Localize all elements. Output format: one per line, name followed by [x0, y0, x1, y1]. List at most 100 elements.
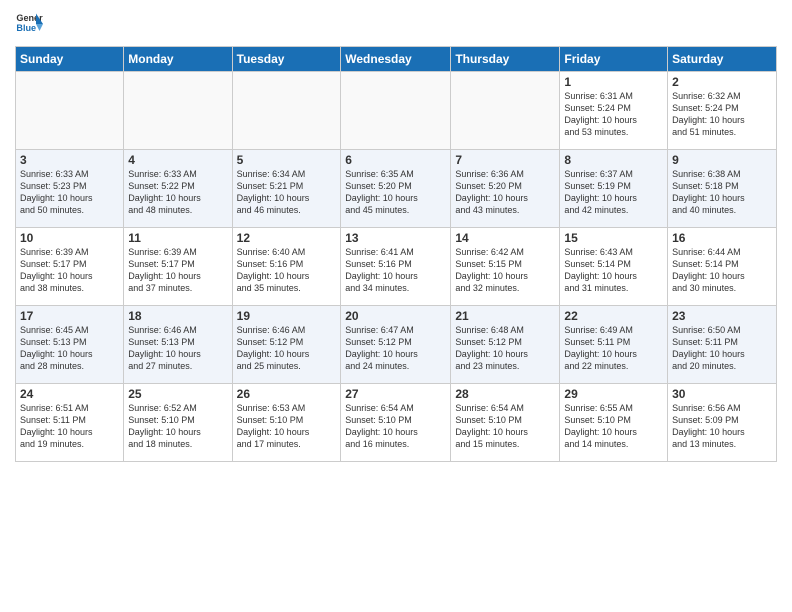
day-number: 12 [237, 231, 337, 245]
logo-icon: General Blue [15, 10, 43, 38]
day-number: 17 [20, 309, 119, 323]
day-info: Sunrise: 6:54 AM Sunset: 5:10 PM Dayligh… [345, 402, 446, 451]
day-info: Sunrise: 6:39 AM Sunset: 5:17 PM Dayligh… [20, 246, 119, 295]
day-number: 30 [672, 387, 772, 401]
day-number: 1 [564, 75, 663, 89]
day-number: 22 [564, 309, 663, 323]
day-info: Sunrise: 6:47 AM Sunset: 5:12 PM Dayligh… [345, 324, 446, 373]
calendar-cell: 5Sunrise: 6:34 AM Sunset: 5:21 PM Daylig… [232, 150, 341, 228]
calendar-cell: 3Sunrise: 6:33 AM Sunset: 5:23 PM Daylig… [16, 150, 124, 228]
calendar-cell [124, 72, 232, 150]
day-info: Sunrise: 6:46 AM Sunset: 5:13 PM Dayligh… [128, 324, 227, 373]
day-info: Sunrise: 6:40 AM Sunset: 5:16 PM Dayligh… [237, 246, 337, 295]
calendar-header-tuesday: Tuesday [232, 47, 341, 72]
day-number: 6 [345, 153, 446, 167]
calendar-cell: 24Sunrise: 6:51 AM Sunset: 5:11 PM Dayli… [16, 384, 124, 462]
day-number: 15 [564, 231, 663, 245]
calendar-cell: 9Sunrise: 6:38 AM Sunset: 5:18 PM Daylig… [668, 150, 777, 228]
day-number: 13 [345, 231, 446, 245]
day-number: 27 [345, 387, 446, 401]
day-info: Sunrise: 6:56 AM Sunset: 5:09 PM Dayligh… [672, 402, 772, 451]
day-info: Sunrise: 6:49 AM Sunset: 5:11 PM Dayligh… [564, 324, 663, 373]
day-info: Sunrise: 6:33 AM Sunset: 5:22 PM Dayligh… [128, 168, 227, 217]
calendar-cell: 12Sunrise: 6:40 AM Sunset: 5:16 PM Dayli… [232, 228, 341, 306]
calendar-cell: 1Sunrise: 6:31 AM Sunset: 5:24 PM Daylig… [560, 72, 668, 150]
day-info: Sunrise: 6:35 AM Sunset: 5:20 PM Dayligh… [345, 168, 446, 217]
calendar-header-friday: Friday [560, 47, 668, 72]
day-number: 14 [455, 231, 555, 245]
calendar-week-2: 3Sunrise: 6:33 AM Sunset: 5:23 PM Daylig… [16, 150, 777, 228]
calendar-cell: 23Sunrise: 6:50 AM Sunset: 5:11 PM Dayli… [668, 306, 777, 384]
calendar-week-3: 10Sunrise: 6:39 AM Sunset: 5:17 PM Dayli… [16, 228, 777, 306]
calendar-cell: 20Sunrise: 6:47 AM Sunset: 5:12 PM Dayli… [341, 306, 451, 384]
calendar-cell: 7Sunrise: 6:36 AM Sunset: 5:20 PM Daylig… [451, 150, 560, 228]
day-info: Sunrise: 6:43 AM Sunset: 5:14 PM Dayligh… [564, 246, 663, 295]
calendar-header-monday: Monday [124, 47, 232, 72]
logo: General Blue [15, 10, 43, 38]
calendar-cell: 27Sunrise: 6:54 AM Sunset: 5:10 PM Dayli… [341, 384, 451, 462]
day-info: Sunrise: 6:50 AM Sunset: 5:11 PM Dayligh… [672, 324, 772, 373]
day-info: Sunrise: 6:34 AM Sunset: 5:21 PM Dayligh… [237, 168, 337, 217]
day-info: Sunrise: 6:37 AM Sunset: 5:19 PM Dayligh… [564, 168, 663, 217]
calendar-header-wednesday: Wednesday [341, 47, 451, 72]
day-info: Sunrise: 6:31 AM Sunset: 5:24 PM Dayligh… [564, 90, 663, 139]
calendar-header-saturday: Saturday [668, 47, 777, 72]
day-number: 24 [20, 387, 119, 401]
calendar-cell: 13Sunrise: 6:41 AM Sunset: 5:16 PM Dayli… [341, 228, 451, 306]
day-number: 7 [455, 153, 555, 167]
calendar-week-1: 1Sunrise: 6:31 AM Sunset: 5:24 PM Daylig… [16, 72, 777, 150]
calendar-cell: 4Sunrise: 6:33 AM Sunset: 5:22 PM Daylig… [124, 150, 232, 228]
day-number: 20 [345, 309, 446, 323]
day-info: Sunrise: 6:55 AM Sunset: 5:10 PM Dayligh… [564, 402, 663, 451]
calendar-cell: 16Sunrise: 6:44 AM Sunset: 5:14 PM Dayli… [668, 228, 777, 306]
calendar-cell: 6Sunrise: 6:35 AM Sunset: 5:20 PM Daylig… [341, 150, 451, 228]
day-info: Sunrise: 6:39 AM Sunset: 5:17 PM Dayligh… [128, 246, 227, 295]
day-number: 26 [237, 387, 337, 401]
day-info: Sunrise: 6:45 AM Sunset: 5:13 PM Dayligh… [20, 324, 119, 373]
calendar-cell: 22Sunrise: 6:49 AM Sunset: 5:11 PM Dayli… [560, 306, 668, 384]
day-info: Sunrise: 6:41 AM Sunset: 5:16 PM Dayligh… [345, 246, 446, 295]
calendar-table: SundayMondayTuesdayWednesdayThursdayFrid… [15, 46, 777, 462]
calendar-cell: 14Sunrise: 6:42 AM Sunset: 5:15 PM Dayli… [451, 228, 560, 306]
day-number: 4 [128, 153, 227, 167]
calendar-cell: 8Sunrise: 6:37 AM Sunset: 5:19 PM Daylig… [560, 150, 668, 228]
calendar-cell: 26Sunrise: 6:53 AM Sunset: 5:10 PM Dayli… [232, 384, 341, 462]
day-number: 11 [128, 231, 227, 245]
day-number: 21 [455, 309, 555, 323]
day-info: Sunrise: 6:36 AM Sunset: 5:20 PM Dayligh… [455, 168, 555, 217]
header: General Blue [15, 10, 777, 38]
calendar-cell: 30Sunrise: 6:56 AM Sunset: 5:09 PM Dayli… [668, 384, 777, 462]
calendar-cell: 15Sunrise: 6:43 AM Sunset: 5:14 PM Dayli… [560, 228, 668, 306]
day-info: Sunrise: 6:32 AM Sunset: 5:24 PM Dayligh… [672, 90, 772, 139]
day-info: Sunrise: 6:44 AM Sunset: 5:14 PM Dayligh… [672, 246, 772, 295]
calendar-cell [451, 72, 560, 150]
day-info: Sunrise: 6:42 AM Sunset: 5:15 PM Dayligh… [455, 246, 555, 295]
day-number: 18 [128, 309, 227, 323]
day-number: 25 [128, 387, 227, 401]
calendar-cell [341, 72, 451, 150]
page-container: General Blue SundayMondayTuesdayWednesda… [0, 0, 792, 612]
calendar-cell: 25Sunrise: 6:52 AM Sunset: 5:10 PM Dayli… [124, 384, 232, 462]
calendar-cell: 28Sunrise: 6:54 AM Sunset: 5:10 PM Dayli… [451, 384, 560, 462]
day-number: 5 [237, 153, 337, 167]
calendar-cell: 10Sunrise: 6:39 AM Sunset: 5:17 PM Dayli… [16, 228, 124, 306]
day-number: 2 [672, 75, 772, 89]
day-info: Sunrise: 6:54 AM Sunset: 5:10 PM Dayligh… [455, 402, 555, 451]
calendar-cell: 29Sunrise: 6:55 AM Sunset: 5:10 PM Dayli… [560, 384, 668, 462]
day-number: 8 [564, 153, 663, 167]
day-info: Sunrise: 6:53 AM Sunset: 5:10 PM Dayligh… [237, 402, 337, 451]
calendar-cell: 2Sunrise: 6:32 AM Sunset: 5:24 PM Daylig… [668, 72, 777, 150]
day-number: 19 [237, 309, 337, 323]
calendar-cell: 18Sunrise: 6:46 AM Sunset: 5:13 PM Dayli… [124, 306, 232, 384]
day-number: 10 [20, 231, 119, 245]
calendar-cell: 21Sunrise: 6:48 AM Sunset: 5:12 PM Dayli… [451, 306, 560, 384]
day-number: 16 [672, 231, 772, 245]
calendar-week-4: 17Sunrise: 6:45 AM Sunset: 5:13 PM Dayli… [16, 306, 777, 384]
day-info: Sunrise: 6:48 AM Sunset: 5:12 PM Dayligh… [455, 324, 555, 373]
day-number: 9 [672, 153, 772, 167]
svg-text:Blue: Blue [16, 23, 36, 33]
day-number: 23 [672, 309, 772, 323]
calendar-cell [232, 72, 341, 150]
calendar-cell: 11Sunrise: 6:39 AM Sunset: 5:17 PM Dayli… [124, 228, 232, 306]
day-info: Sunrise: 6:38 AM Sunset: 5:18 PM Dayligh… [672, 168, 772, 217]
